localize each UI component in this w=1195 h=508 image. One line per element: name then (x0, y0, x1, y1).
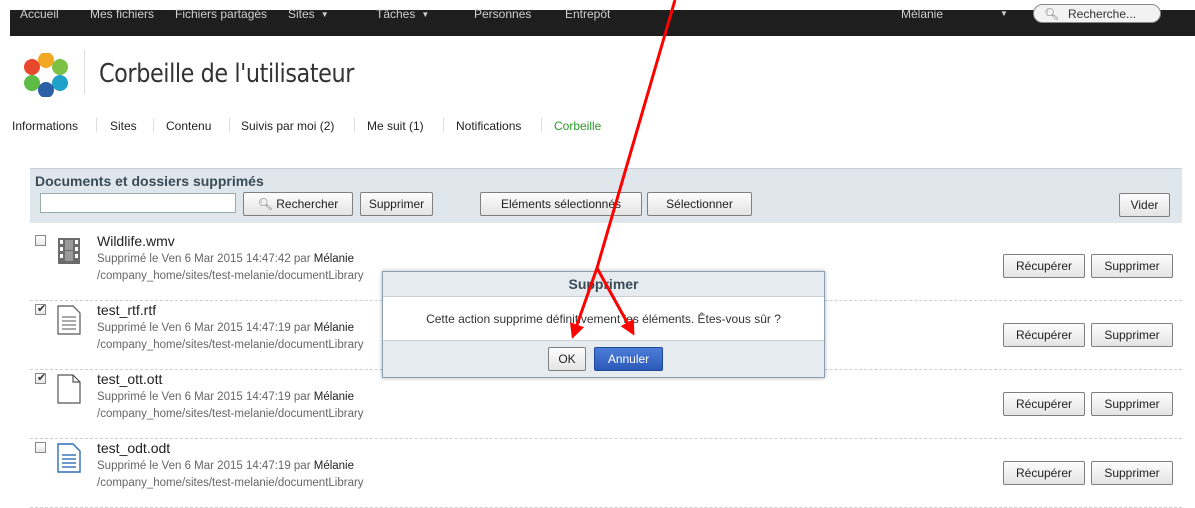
tab-corbeille[interactable]: Corbeille (554, 119, 601, 133)
search-placeholder: Recherche... (1068, 7, 1137, 21)
confirm-delete-dialog: Supprimer Cette action supprime définiti… (382, 271, 825, 378)
tab-suivis-par-moi[interactable]: Suivis par moi (2) (241, 119, 334, 133)
delete-item-button[interactable]: Supprimer (1091, 392, 1173, 416)
odt-document-icon (57, 443, 81, 473)
deleted-info: Supprimé le Ven 6 Mar 2015 14:47:42 par (97, 253, 311, 265)
nav-entrepot[interactable]: Entrepôt (565, 7, 610, 21)
file-path: /company_home/sites/test-melanie/documen… (97, 408, 364, 420)
deleted-info: Supprimé le Ven 6 Mar 2015 14:47:19 par (97, 322, 311, 334)
nav-divider (96, 118, 97, 132)
file-name[interactable]: Wildlife.wmv (97, 233, 175, 249)
delete-item-button[interactable]: Supprimer (1091, 461, 1173, 485)
file-name[interactable]: test_ott.ott (97, 371, 162, 387)
list-item: ✔ test_ott.ott Supprimé le Ven 6 Mar 201… (30, 370, 1182, 439)
ok-button[interactable]: OK (548, 347, 586, 371)
tab-informations[interactable]: Informations (12, 119, 78, 133)
delete-item-button[interactable]: Supprimer (1091, 254, 1173, 278)
deleted-by[interactable]: Mélanie (314, 391, 354, 403)
select-button[interactable]: Sélectionner (647, 192, 752, 216)
delete-item-button[interactable]: Supprimer (1091, 323, 1173, 347)
page-title: Corbeille de l'utilisateur (99, 59, 354, 89)
panel-header: Documents et dossiers supprimés 🔍︎ Reche… (30, 168, 1182, 223)
video-icon (58, 238, 80, 264)
deleted-info: Supprimé le Ven 6 Mar 2015 14:47:19 par (97, 460, 311, 472)
recover-button[interactable]: Récupérer (1003, 323, 1085, 347)
nav-divider (354, 118, 355, 132)
list-item: test_odt.odt Supprimé le Ven 6 Mar 2015 … (30, 439, 1182, 508)
chevron-down-icon: ▼ (320, 10, 329, 19)
text-document-icon (57, 305, 81, 335)
file-meta: Supprimé le Ven 6 Mar 2015 14:47:19 par … (97, 391, 354, 403)
dialog-footer: OK Annuler (383, 340, 824, 377)
file-name[interactable]: test_odt.odt (97, 440, 170, 456)
file-path: /company_home/sites/test-melanie/documen… (97, 477, 364, 489)
alfresco-logo-icon (24, 53, 68, 97)
chevron-down-icon: ▼ (421, 10, 430, 19)
row-checkbox[interactable]: ✔ (35, 303, 47, 315)
selected-items-button[interactable]: Eléments sélectionnés (480, 192, 642, 216)
tab-contenu[interactable]: Contenu (166, 119, 211, 133)
recover-button[interactable]: Récupérer (1003, 254, 1085, 278)
nav-sites-label: Sites (288, 7, 315, 21)
file-name[interactable]: test_rtf.rtf (97, 302, 156, 318)
file-path: /company_home/sites/test-melanie/documen… (97, 339, 364, 351)
recover-button[interactable]: Récupérer (1003, 392, 1085, 416)
file-meta: Supprimé le Ven 6 Mar 2015 14:47:19 par … (97, 460, 354, 472)
search-input[interactable]: 🔍︎ Recherche... (1033, 4, 1161, 23)
top-bar: Accueil Mes fichiers Fichiers partagés S… (0, 0, 1195, 36)
panel-title: Documents et dossiers supprimés (35, 173, 264, 189)
nav-divider (153, 118, 154, 132)
delete-button[interactable]: Supprimer (360, 192, 433, 216)
cancel-button[interactable]: Annuler (594, 347, 663, 371)
check-icon: ✔ (37, 372, 47, 384)
nav-mes-fichiers[interactable]: Mes fichiers (90, 7, 154, 21)
deleted-by[interactable]: Mélanie (314, 460, 354, 472)
user-menu[interactable]: Mélanie (901, 7, 943, 21)
row-checkbox[interactable] (35, 235, 46, 246)
search-button[interactable]: 🔍︎ Rechercher (243, 192, 353, 216)
tab-notifications[interactable]: Notifications (456, 119, 521, 133)
nav-taches[interactable]: Tâches ▼ (376, 7, 429, 21)
search-icon: 🔍︎ (1044, 7, 1060, 21)
search-icon: 🔍︎ (257, 197, 273, 211)
file-meta: Supprimé le Ven 6 Mar 2015 14:47:42 par … (97, 253, 354, 265)
file-meta: Supprimé le Ven 6 Mar 2015 14:47:19 par … (97, 322, 354, 334)
chevron-down-icon[interactable]: ▼ (1000, 9, 1008, 18)
nav-taches-label: Tâches (376, 7, 416, 21)
search-button-label: Rechercher (276, 197, 339, 211)
tab-me-suit[interactable]: Me suit (1) (367, 119, 424, 133)
row-checkbox[interactable]: ✔ (35, 372, 47, 384)
deleted-info: Supprimé le Ven 6 Mar 2015 14:47:19 par (97, 391, 311, 403)
nav-fichiers-partages[interactable]: Fichiers partagés (175, 7, 267, 21)
deleted-by[interactable]: Mélanie (314, 253, 354, 265)
trash-search-input[interactable] (40, 193, 236, 213)
tab-sites[interactable]: Sites (110, 119, 137, 133)
nav-divider (229, 118, 230, 132)
file-path: /company_home/sites/test-melanie/documen… (97, 270, 364, 282)
recover-button[interactable]: Récupérer (1003, 461, 1085, 485)
blank-document-icon (57, 374, 81, 404)
header-divider (84, 50, 85, 94)
deleted-by[interactable]: Mélanie (314, 322, 354, 334)
nav-accueil[interactable]: Accueil (20, 7, 59, 21)
dialog-message: Cette action supprime définitivement les… (426, 312, 781, 326)
nav-sites[interactable]: Sites ▼ (288, 7, 329, 21)
nav-personnes[interactable]: Personnes (474, 7, 531, 21)
empty-trash-button[interactable]: Vider (1119, 193, 1170, 217)
row-checkbox[interactable] (35, 442, 46, 453)
dialog-title: Supprimer (383, 272, 824, 297)
nav-divider (541, 118, 542, 132)
nav-divider (443, 118, 444, 132)
check-icon: ✔ (37, 303, 47, 315)
